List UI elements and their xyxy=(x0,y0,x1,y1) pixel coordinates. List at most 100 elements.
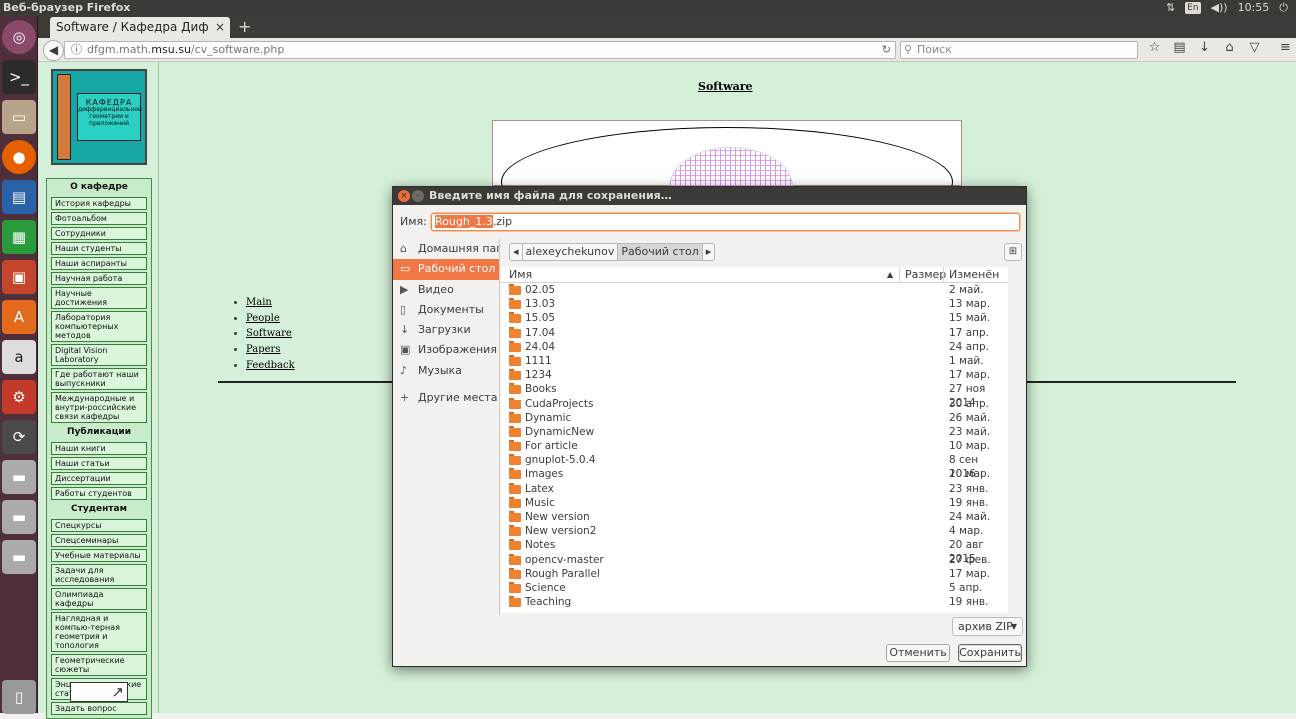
network-icon[interactable]: ⇅ xyxy=(1166,0,1175,16)
sort-ascending-icon[interactable]: ▲ xyxy=(887,267,893,282)
new-folder-icon[interactable]: ⊞ xyxy=(1004,243,1022,261)
filename-input[interactable]: Rough_1.3.zip xyxy=(431,213,1020,231)
new-tab-button[interactable]: + xyxy=(238,16,251,38)
search-input[interactable]: ⚲ Поиск xyxy=(900,41,1138,59)
pocket-icon[interactable]: ▽ xyxy=(1246,40,1263,55)
file-row[interactable]: Latex 23 янв. xyxy=(501,482,1008,496)
file-row[interactable]: For article 10 мар. xyxy=(501,439,1008,453)
column-modified[interactable]: Изменён xyxy=(943,267,999,282)
place-item[interactable]: ⌂ Домашняя папка xyxy=(393,239,499,259)
calc-icon[interactable]: ▦ xyxy=(2,220,36,254)
menu-item[interactable]: История кафедры xyxy=(51,197,147,210)
menu-item[interactable]: Сотрудники xyxy=(51,227,147,240)
close-icon[interactable]: × xyxy=(398,190,410,202)
menu-item[interactable]: Наши статьи xyxy=(51,457,147,470)
file-row[interactable]: New version2 4 мар. xyxy=(501,524,1008,538)
menu-item[interactable]: Фотоальбом xyxy=(51,212,147,225)
place-item[interactable]: ▭ Рабочий стол xyxy=(393,259,499,280)
file-row[interactable]: 02.05 2 май. xyxy=(501,283,1008,297)
firefox-icon[interactable]: ● xyxy=(2,140,36,174)
link-people[interactable]: People xyxy=(246,313,280,324)
department-logo[interactable]: КАФЕДРА дифференциальной геометрии и при… xyxy=(51,69,147,165)
path-segment-home[interactable]: alexeychekunov xyxy=(523,244,619,260)
menu-item[interactable]: Задачи для исследования xyxy=(51,564,147,586)
file-row[interactable]: New version 24 май. xyxy=(501,510,1008,524)
path-segment-current[interactable]: Рабочий стол xyxy=(618,244,703,260)
reload-icon[interactable]: ↻ xyxy=(882,42,891,58)
url-bar[interactable]: ⓘ dfgm.math.msu.su/cv_software.php ↻ xyxy=(64,41,896,59)
menu-item[interactable]: Геометрические сюжеты xyxy=(51,654,147,676)
minimize-icon[interactable]: – xyxy=(412,190,424,202)
file-row[interactable]: 24.04 24 апр. xyxy=(501,340,1008,354)
file-row[interactable]: 13.03 13 мар. xyxy=(501,297,1008,311)
place-item[interactable]: ↓ Загрузки xyxy=(393,320,499,340)
file-row[interactable]: 17.04 17 апр. xyxy=(501,326,1008,340)
file-list-scrollbar[interactable] xyxy=(1008,267,1026,613)
link-software[interactable]: Software xyxy=(246,328,292,339)
menu-item[interactable]: Лаборатория компьютерных методов xyxy=(51,311,147,342)
menu-item[interactable]: Где работают наши выпускники xyxy=(51,368,147,390)
link-papers[interactable]: Papers xyxy=(246,344,280,355)
file-row[interactable]: 15.05 15 май. xyxy=(501,311,1008,325)
file-row[interactable]: DynamicNew 23 май. xyxy=(501,425,1008,439)
clock[interactable]: 10:55 xyxy=(1238,0,1270,16)
file-row[interactable]: opencv-master 27 фев. xyxy=(501,553,1008,567)
place-item[interactable]: ♪ Музыка xyxy=(393,361,499,381)
software-center-icon[interactable]: A xyxy=(2,300,36,334)
file-row[interactable]: gnuplot-5.0.4 8 сен 2016 xyxy=(501,453,1008,480)
menu-item[interactable]: Диссертации xyxy=(51,472,147,485)
file-row[interactable]: Notes 20 авг 2015 xyxy=(501,538,1008,565)
path-back-button[interactable]: ◂ xyxy=(510,244,523,260)
menu-item[interactable]: Спецкурсы xyxy=(51,519,147,532)
path-forward-button[interactable]: ▸ xyxy=(703,244,715,260)
menu-item[interactable]: Наши студенты xyxy=(51,242,147,255)
volume-icon[interactable]: ◀)) xyxy=(1211,0,1228,16)
file-row[interactable]: Music 19 янв. xyxy=(501,496,1008,510)
back-button[interactable]: ◀ xyxy=(43,40,64,61)
keyboard-layout-indicator[interactable]: En xyxy=(1185,2,1201,14)
place-item[interactable]: + Другие места xyxy=(393,388,499,408)
files-icon[interactable]: ▭ xyxy=(2,100,36,134)
trash-icon[interactable]: ▯ xyxy=(2,680,36,714)
amazon-icon[interactable]: a xyxy=(2,340,36,374)
file-row[interactable]: Images 10 мар. xyxy=(501,467,1008,481)
writer-icon[interactable]: ▤ xyxy=(2,180,36,214)
save-button[interactable]: Сохранить xyxy=(958,644,1022,662)
link-feedback[interactable]: Feedback xyxy=(246,360,295,371)
file-row[interactable]: Science 5 апр. xyxy=(501,581,1008,595)
bookmark-star-icon[interactable]: ☆ xyxy=(1146,40,1163,55)
column-name[interactable]: Имя xyxy=(509,267,532,282)
menu-item[interactable]: Международные и внутри-российские связи … xyxy=(51,392,147,423)
menu-item[interactable]: Учебные материалы xyxy=(51,549,147,562)
drive-icon[interactable]: ▬ xyxy=(2,500,36,534)
downloads-icon[interactable]: ↓ xyxy=(1196,40,1213,55)
file-row[interactable]: 1111 1 май. xyxy=(501,354,1008,368)
settings-icon[interactable]: ⚙ xyxy=(2,380,36,414)
column-size[interactable]: Размер xyxy=(899,267,946,282)
menu-item[interactable]: Научные достижения xyxy=(51,287,147,309)
file-row[interactable]: Dynamic 26 май. xyxy=(501,411,1008,425)
drive-icon[interactable]: ▬ xyxy=(2,540,36,574)
file-row[interactable]: Books 27 ноя 2014 xyxy=(501,382,1008,409)
info-icon[interactable]: ⓘ xyxy=(71,42,82,58)
menu-item[interactable]: Спецсеминары xyxy=(51,534,147,547)
menu-icon[interactable]: ≡ xyxy=(1277,40,1294,55)
link-main[interactable]: Main xyxy=(246,297,272,308)
visit-counter[interactable]: ↗ xyxy=(70,682,128,702)
file-row[interactable]: Teaching 19 янв. xyxy=(501,595,1008,609)
cancel-button[interactable]: Отменить xyxy=(886,644,950,662)
place-item[interactable]: ▣ Изображения xyxy=(393,340,499,360)
close-tab-icon[interactable]: × xyxy=(215,17,225,38)
tab-software[interactable]: Software / Кафедра Диф × xyxy=(50,17,230,38)
power-icon[interactable]: ⏻ xyxy=(1279,0,1288,16)
updater-icon[interactable]: ⟳ xyxy=(2,420,36,454)
file-type-select[interactable]: архив ZIP ▼ xyxy=(952,617,1023,636)
file-row[interactable]: 1234 17 мар. xyxy=(501,368,1008,382)
place-item[interactable]: ▯ Документы xyxy=(393,300,499,320)
menu-item[interactable]: Digital Vision Laboratory xyxy=(51,344,147,366)
menu-item[interactable]: Наглядная и компью-терная геометрия и то… xyxy=(51,612,147,652)
menu-item[interactable]: Олимпиада кафедры xyxy=(51,588,147,610)
impress-icon[interactable]: ▣ xyxy=(2,260,36,294)
menu-item[interactable]: Работы студентов xyxy=(51,487,147,500)
place-item[interactable]: ▶ Видео xyxy=(393,280,499,300)
